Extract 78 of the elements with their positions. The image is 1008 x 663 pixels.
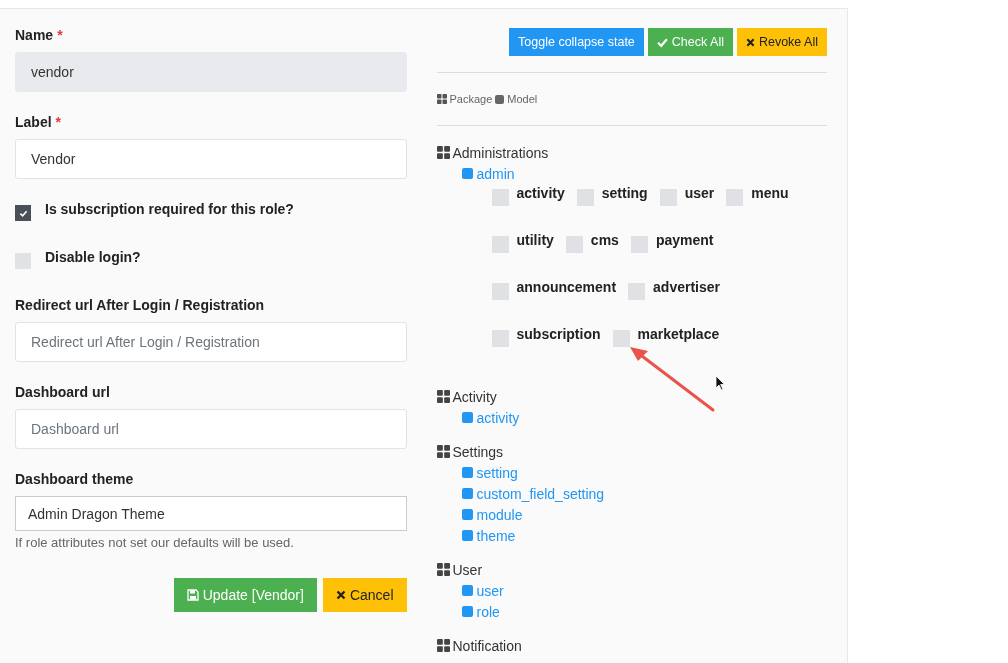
checkbox[interactable] bbox=[15, 205, 31, 221]
package-name: User bbox=[452, 561, 483, 578]
permission-label: marketplace bbox=[637, 326, 720, 342]
grid-icon bbox=[436, 146, 450, 159]
model-link[interactable]: custom_field_setting bbox=[476, 485, 605, 502]
package-name: Settings bbox=[452, 443, 504, 460]
square-icon bbox=[461, 488, 473, 499]
square-icon bbox=[461, 412, 473, 423]
package-name: Notification bbox=[452, 637, 522, 654]
grid-icon bbox=[436, 639, 450, 652]
field-label: Name bbox=[15, 27, 54, 43]
checkbox[interactable] bbox=[630, 236, 648, 253]
model-link[interactable]: setting bbox=[476, 464, 518, 481]
field-label: Dashboard theme bbox=[15, 471, 134, 487]
legend-label: Package bbox=[449, 93, 493, 105]
checkbox[interactable] bbox=[726, 189, 744, 206]
permission-label: advertiser bbox=[653, 279, 720, 295]
required-mark: * bbox=[55, 114, 62, 130]
checkbox-label: Disable login? bbox=[45, 249, 141, 265]
text-field[interactable]: Redirect url After Login / Registration bbox=[15, 322, 407, 362]
checkbox[interactable] bbox=[576, 189, 594, 206]
text-field[interactable]: Dashboard url bbox=[15, 409, 407, 449]
permission-label: subscription bbox=[516, 326, 601, 342]
permission-label: payment bbox=[655, 232, 714, 248]
permission-label: user bbox=[684, 185, 715, 201]
cancel-button[interactable]: Cancel bbox=[322, 578, 407, 612]
grid-icon bbox=[436, 445, 450, 458]
field-label: Dashboard url bbox=[15, 384, 110, 400]
checkbox[interactable] bbox=[491, 283, 509, 300]
checkbox-label: Is subscription required for this role? bbox=[45, 201, 294, 217]
grid-icon bbox=[436, 563, 450, 576]
permission-label: menu bbox=[751, 185, 789, 201]
revoke-button[interactable]: Revoke All bbox=[736, 28, 827, 56]
permission-label: activity bbox=[516, 185, 565, 201]
grid-icon bbox=[436, 390, 450, 403]
required-mark: * bbox=[57, 27, 63, 43]
close-icon bbox=[745, 37, 755, 47]
field-label: Label bbox=[15, 114, 52, 130]
model-link[interactable]: role bbox=[476, 603, 500, 620]
close-icon bbox=[335, 590, 346, 600]
checkbox[interactable] bbox=[491, 189, 509, 206]
model-link[interactable]: theme bbox=[476, 527, 516, 544]
update-button[interactable]: Update [Vendor] bbox=[173, 578, 317, 612]
model-link[interactable]: activity bbox=[476, 409, 520, 426]
checkmark-icon bbox=[656, 36, 668, 48]
package-name: Activity bbox=[452, 388, 497, 405]
model-link[interactable]: user bbox=[476, 582, 504, 599]
checkmark-icon bbox=[18, 208, 28, 218]
checkbox[interactable] bbox=[491, 330, 509, 347]
checkbox[interactable] bbox=[491, 236, 509, 253]
square-icon bbox=[461, 585, 473, 596]
checkbox[interactable] bbox=[612, 330, 630, 347]
square-icon bbox=[495, 94, 505, 104]
check-button[interactable]: Check All bbox=[647, 28, 733, 56]
toggle-button[interactable]: Toggle collapse state bbox=[509, 28, 644, 56]
permission-label: announcement bbox=[516, 279, 617, 295]
theme-select[interactable]: Admin Dragon Theme bbox=[15, 496, 407, 531]
text-field[interactable]: Vendor bbox=[15, 139, 407, 179]
package-name: Administrations bbox=[452, 144, 549, 161]
checkbox[interactable] bbox=[565, 236, 583, 253]
mouse-cursor-icon bbox=[714, 375, 725, 391]
grid-icon bbox=[436, 94, 447, 104]
permission-label: utility bbox=[516, 232, 554, 248]
model-link[interactable]: admin bbox=[476, 165, 515, 182]
square-icon bbox=[461, 530, 473, 541]
square-icon bbox=[461, 168, 473, 179]
permission-label: cms bbox=[590, 232, 619, 248]
square-icon bbox=[461, 509, 473, 520]
model-link[interactable]: module bbox=[476, 506, 523, 523]
square-icon bbox=[461, 606, 473, 617]
square-icon bbox=[461, 467, 473, 478]
checkbox[interactable] bbox=[628, 283, 646, 300]
permission-label: setting bbox=[601, 185, 648, 201]
legend-label: Model bbox=[507, 93, 538, 105]
field-label: Redirect url After Login / Registration bbox=[15, 297, 265, 313]
checkbox[interactable] bbox=[659, 189, 677, 206]
help-text: If role attributes not set our defaults will be used. bbox=[15, 535, 295, 550]
checkbox[interactable] bbox=[15, 253, 31, 269]
